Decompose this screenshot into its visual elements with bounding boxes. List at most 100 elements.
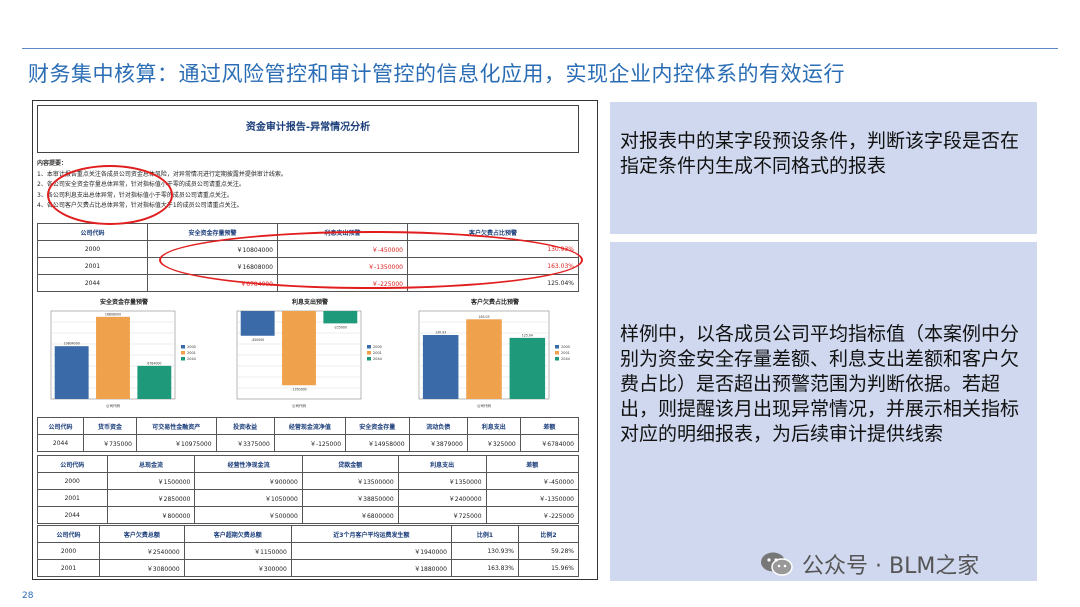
cell: ￥14958000 <box>345 434 410 452</box>
cell: ￥-450000 <box>485 472 580 490</box>
cell: ￥2850000 <box>106 489 196 507</box>
legend-label: 2001 <box>373 351 382 355</box>
detail-table-interest: 公司代码 总现金流 经营性净现金流 贷款金额 利息支出 差额 2000 ￥1500000 ￥9… <box>37 455 580 524</box>
legend-swatch <box>181 351 185 355</box>
cell: ￥2400000 <box>397 489 487 507</box>
col-header: 公司代码 <box>36 417 85 435</box>
legend-label: 2044 <box>373 357 383 361</box>
data-label: 130.93 <box>435 330 446 334</box>
col-header: 利息支出 <box>397 455 487 473</box>
cell: 2000 <box>36 542 101 560</box>
report-title: 资金审计报告-异常情况分析 <box>245 122 371 133</box>
explanation-panel-1: 对报表中的某字段预设条件，判断该字段是否在指定条件内生成不同格式的报表 <box>610 102 1037 234</box>
col-header: 总现金流 <box>106 455 196 473</box>
cell: 15.96% <box>518 559 579 577</box>
legend-swatch <box>367 357 371 361</box>
cell: 2001 <box>37 489 108 507</box>
cell: ￥-125000 <box>273 434 347 452</box>
cell: ￥325000 <box>466 434 521 452</box>
explanation-panel-2: 样例中，以各成员公司平均指标值（本案例中分别为资金安全存量差额、利息支出差额和客… <box>610 242 1037 581</box>
chart-title: 安全资金存量预警 <box>99 299 148 306</box>
cell: ￥13500000 <box>301 472 399 490</box>
table-row: 2001 ￥2850000 ￥1050000 ￥38850000 ￥2400000 ￥-1… <box>37 489 580 507</box>
data-label: 163.03 <box>478 315 489 319</box>
col-header: 公司代码 <box>37 455 108 473</box>
cell: ￥1350000 <box>397 472 487 490</box>
legend-label: 2044 <box>187 357 197 361</box>
bar-2044 <box>137 365 172 399</box>
chart-arrears: 客户欠费占比预警 130.93 163.03 125.04 2000 2001 2044 公… <box>407 297 583 415</box>
col-header: 近3个月客户平均运费发生额 <box>290 525 452 543</box>
cell: ￥900000 <box>194 472 303 490</box>
detail-table-funds: 公司代码 货币资金 可交易性金融资产 投资收益 经营现金流净值 安全资金存量 流动负债 利息支… <box>36 417 580 452</box>
legend-label: 2001 <box>561 351 570 355</box>
col-header: 客户欠费总额 <box>99 525 185 543</box>
chart-safe-funds: 安全资金存量预警 10804000 16808000 6784000 2000 2001… <box>39 297 209 415</box>
bar-2001 <box>96 316 130 399</box>
bar-2000 <box>54 346 89 399</box>
legend-label: 2001 <box>187 351 196 355</box>
cell: ￥725000 <box>397 506 487 524</box>
bar-2001 <box>466 319 502 399</box>
report-header: 资金审计报告-异常情况分析 <box>37 105 579 153</box>
data-label: -450000 <box>251 338 264 342</box>
cell: 2001 <box>37 257 148 275</box>
table-row: 2000 ￥2540000 ￥1150000 ￥1940000 130.93% 59.28… <box>36 542 579 560</box>
chart-interest: 利息支出预警 -450000 -1350000 -225000 2000 2001 204… <box>225 297 395 415</box>
cell: 163.83% <box>450 559 520 577</box>
watermark-text: 公众号 · BLM之家 <box>802 554 980 579</box>
cell: 2000 <box>37 472 108 490</box>
col-header: 公司代码 <box>36 525 101 543</box>
cell: 2000 <box>37 240 148 258</box>
cell: ￥1880000 <box>290 559 452 577</box>
cell: ￥38850000 <box>301 489 399 507</box>
legend-swatch <box>367 345 371 349</box>
col-header: 货币资金 <box>83 417 137 435</box>
legend-label: 2000 <box>187 345 196 349</box>
cell: ￥3080000 <box>99 559 185 577</box>
col-header: 可交易性金融资产 <box>135 417 217 435</box>
audit-report: 资金审计报告-异常情况分析 内容提要： 1、本审计报告重点关注各成员公司资金总体… <box>32 100 598 580</box>
bar-2000 <box>422 334 459 399</box>
bar-2044 <box>509 337 546 399</box>
table-row: 2044 ￥800000 ￥500000 ￥6800000 ￥725000 ￥-22500… <box>37 506 580 524</box>
data-label: 16808000 <box>105 312 121 316</box>
col-header: 投资收益 <box>215 417 275 435</box>
watermark: 公众号 · BLM之家 <box>760 548 979 580</box>
table-row: 2044 ￥735000 ￥10975000 ￥3375000 ￥-125000 ￥149… <box>36 434 580 452</box>
table-row: 2001 ￥3080000 ￥300000 ￥1880000 163.83% 15.96% <box>36 559 579 577</box>
chart-svg: 10804000 16808000 6784000 2000 2001 2044 公司代码 <box>50 310 197 408</box>
col-header: 公司代码 <box>37 223 148 241</box>
cell: ￥1150000 <box>183 542 292 560</box>
cell: ￥800000 <box>106 506 196 524</box>
legend-swatch <box>181 345 185 349</box>
cell: 59.28% <box>518 542 579 560</box>
chart-svg: 130.93 163.03 125.04 2000 2001 2044 公司代码 <box>418 310 571 408</box>
cell: 2001 <box>36 559 101 577</box>
cell: ￥-225000 <box>485 506 580 524</box>
cell: 2044 <box>36 434 85 452</box>
col-header: 流动负债 <box>408 417 468 435</box>
cell: ￥3879000 <box>408 434 468 452</box>
cell: ￥2540000 <box>99 542 185 560</box>
legend-label: 2044 <box>561 357 571 361</box>
cell: 130.93% <box>450 542 520 560</box>
slide-title: 财务集中核算：通过风险管控和审计管控的信息化应用，实现企业内控体系的有效运行 <box>28 62 845 86</box>
data-label: -1350000 <box>291 387 306 391</box>
chart-title: 利息支出预警 <box>291 299 328 306</box>
legend-swatch <box>367 351 371 355</box>
chart-svg: -450000 -1350000 -225000 2000 2001 2044 公司代码 <box>236 310 383 408</box>
cell: 2044 <box>37 274 148 292</box>
cell: 2044 <box>37 506 108 524</box>
cell: ￥10975000 <box>135 434 217 452</box>
data-label: -225000 <box>334 325 347 329</box>
chart-title: 客户欠费占比预警 <box>470 299 519 306</box>
cell: ￥6800000 <box>301 506 399 524</box>
cell: ￥735000 <box>83 434 137 452</box>
highlight-ellipse-table <box>159 231 583 289</box>
col-header: 安全资金存量 <box>345 417 410 435</box>
legend-label: 2000 <box>561 345 570 349</box>
title-divider <box>22 48 1058 49</box>
cell: ￥500000 <box>194 506 303 524</box>
col-header: 经营性净现金流 <box>194 455 303 473</box>
